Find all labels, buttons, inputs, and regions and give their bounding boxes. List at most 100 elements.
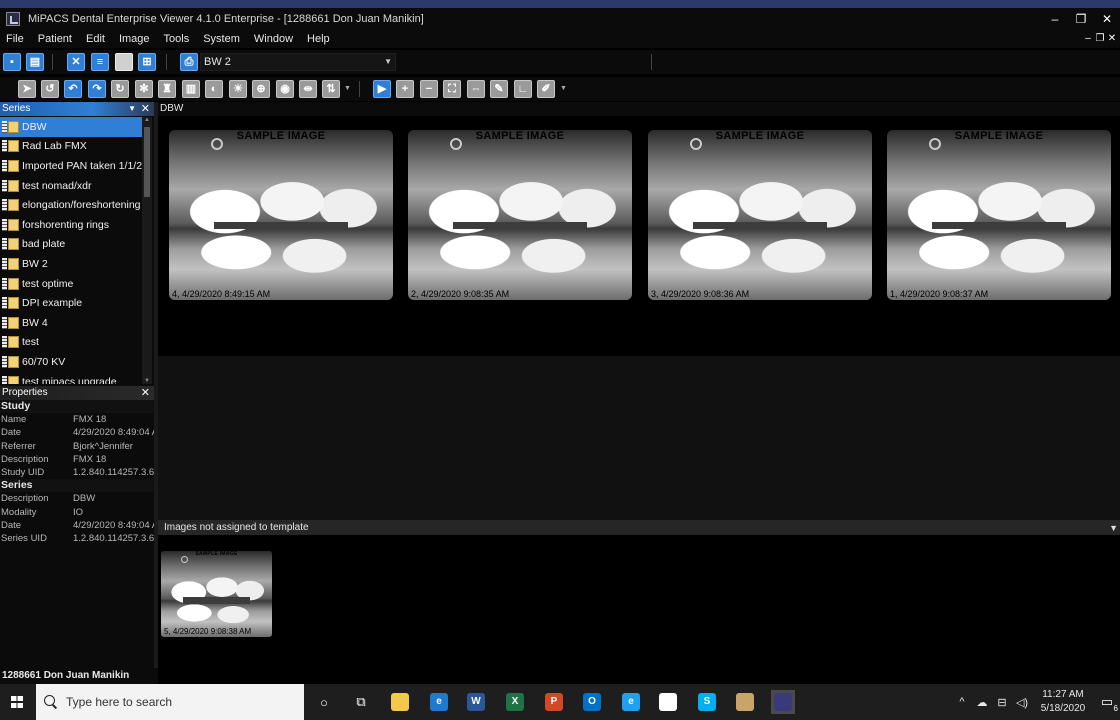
chevron-down-icon[interactable]: ▼	[560, 85, 567, 92]
cortana-icon[interactable]: ○	[312, 690, 336, 714]
series-item-dbw[interactable]: DBW	[0, 117, 142, 137]
series-item-forshorenting-rings[interactable]: forshorenting rings	[0, 215, 142, 235]
measure-icon[interactable]: ✎	[490, 80, 508, 98]
menu-patient[interactable]: Patient	[31, 33, 79, 45]
collapse-toggle-icon[interactable]: ▼	[1109, 521, 1118, 536]
unassigned-xray-image[interactable]: SAMPLE IMAGE 5, 4/29/2020 9:08:38 AM	[161, 551, 272, 637]
panel-menu-icon[interactable]: ▼	[128, 102, 136, 116]
series-item-test-optime[interactable]: test optime	[0, 274, 142, 294]
template-icon[interactable]: ⎙	[180, 53, 198, 71]
menu-system[interactable]: System	[196, 33, 247, 45]
series-item-rad-lab-fmx[interactable]: Rad Lab FMX	[0, 137, 142, 157]
xray-image[interactable]: SAMPLE IMAGE 3, 4/29/2020 9:08:36 AM	[648, 130, 872, 300]
select-tool-icon[interactable]: ▶	[373, 80, 391, 98]
menu-tools[interactable]: Tools	[157, 33, 197, 45]
xray-image[interactable]: SAMPLE IMAGE 2, 4/29/2020 9:08:35 AM	[408, 130, 632, 300]
skype-icon[interactable]: S	[695, 690, 719, 714]
excel-icon[interactable]: X	[503, 690, 527, 714]
menu-edit[interactable]: Edit	[79, 33, 112, 45]
series-item-test-mipacs-upgrade[interactable]: test mipacs upgrade	[0, 372, 142, 384]
menu-help[interactable]: Help	[300, 33, 337, 45]
file-explorer-icon[interactable]	[388, 690, 412, 714]
xray-image[interactable]: SAMPLE IMAGE 1, 4/29/2020 9:08:37 AM	[887, 130, 1111, 300]
series-item-test-nomad[interactable]: test nomad/xdr	[0, 176, 142, 196]
mipacs-icon-glyph	[774, 693, 792, 711]
outlook-icon[interactable]: O	[580, 690, 604, 714]
notification-icon[interactable]: ▭ 6	[1094, 694, 1120, 713]
zoom-out-icon[interactable]: −	[420, 80, 438, 98]
contrast-icon[interactable]: ◐	[205, 80, 223, 98]
notification-count: 6	[1113, 704, 1118, 713]
template-select[interactable]: BW 2 ▼	[200, 53, 396, 71]
toolbar-separator	[166, 54, 167, 70]
magnify-icon[interactable]: ⊕	[252, 80, 270, 98]
angle-icon[interactable]: ∟	[514, 80, 532, 98]
series-panel-close-icon[interactable]: ✕	[141, 102, 150, 116]
menu-image[interactable]: Image	[112, 33, 157, 45]
internet-explorer-icon[interactable]: e	[619, 690, 643, 714]
histogram-icon[interactable]: ▥	[182, 80, 200, 98]
series-item-bad-plate[interactable]: bad plate	[0, 235, 142, 255]
xray-image[interactable]: SAMPLE IMAGE 4, 4/29/2020 8:49:15 AM	[169, 130, 393, 300]
network-icon[interactable]: ⊟	[994, 696, 1010, 709]
zoom-in-icon[interactable]: +	[396, 80, 414, 98]
dental-app-icon[interactable]	[733, 690, 757, 714]
layout-grid-icon[interactable]: ⊞	[138, 53, 156, 71]
flip-vertical-icon[interactable]: ⇅	[322, 80, 340, 98]
series-item-60-70-kv[interactable]: 60/70 KV	[0, 352, 142, 372]
minimize-button[interactable]: –	[1042, 8, 1068, 30]
restore-button[interactable]: ❐	[1068, 8, 1094, 30]
start-button[interactable]	[0, 684, 34, 720]
scroll-up-icon[interactable]: ▲	[142, 117, 152, 123]
menu-file[interactable]: File	[0, 33, 31, 45]
flip-horizontal-icon[interactable]: ⇹	[299, 80, 317, 98]
series-item-bw-2[interactable]: BW 2	[0, 254, 142, 274]
notepad-icon[interactable]	[656, 690, 680, 714]
properties-panel-close-icon[interactable]: ✕	[141, 386, 150, 400]
redo-icon[interactable]: ↷	[88, 80, 106, 98]
undo-icon[interactable]: ↶	[64, 80, 82, 98]
menu-window[interactable]: Window	[247, 33, 300, 45]
doc-close-button[interactable]: ✕	[1106, 30, 1118, 48]
taskbar-search[interactable]: Type here to search	[36, 684, 304, 720]
rotate-left-icon[interactable]: ↺	[41, 80, 59, 98]
layout-list-icon[interactable]: ≡	[91, 53, 109, 71]
doc-minimize-button[interactable]: –	[1082, 30, 1094, 48]
volume-icon[interactable]: ◁)	[1014, 696, 1030, 709]
chevron-down-icon[interactable]: ▼	[344, 85, 351, 92]
word-icon[interactable]: W	[464, 690, 488, 714]
close-button[interactable]: ✕	[1094, 8, 1120, 30]
pointer-icon[interactable]: ➤	[18, 80, 36, 98]
mipacs-icon[interactable]	[771, 690, 795, 714]
annotate-icon[interactable]: ✐	[537, 80, 555, 98]
series-scrollbar[interactable]: ▲ ▼	[142, 117, 152, 384]
refresh-icon[interactable]: ↻	[111, 80, 129, 98]
onedrive-icon[interactable]: ☁	[974, 696, 990, 709]
task-view-icon[interactable]: ⧉	[349, 690, 373, 714]
menu-bar: File Patient Edit Image Tools System Win…	[0, 30, 1120, 48]
fit-to-window-icon[interactable]: ⛶	[443, 80, 461, 98]
settings-icon[interactable]: ✻	[135, 80, 153, 98]
series-item-test[interactable]: test	[0, 333, 142, 353]
series-item-bw-4[interactable]: BW 4	[0, 313, 142, 333]
layout-single-icon[interactable]	[115, 53, 133, 71]
doc-restore-button[interactable]: ❐	[1094, 30, 1106, 48]
clock[interactable]: 11:27 AM 5/18/2020	[1032, 688, 1094, 716]
brightness-icon[interactable]: ☀	[229, 80, 247, 98]
print-icon[interactable]: ▤	[26, 53, 44, 71]
series-item-dpi-example[interactable]: DPI example	[0, 293, 142, 313]
powerpoint-icon[interactable]: P	[542, 690, 566, 714]
edge-icon[interactable]: e	[427, 690, 451, 714]
actual-size-icon[interactable]: ⇔	[467, 80, 485, 98]
delete-icon[interactable]: ✕	[67, 53, 85, 71]
palette-icon[interactable]: ◉	[276, 80, 294, 98]
tray-chevron-icon[interactable]: ^	[954, 696, 970, 708]
toolbar-separator	[359, 81, 360, 97]
scrollbar-thumb[interactable]	[144, 127, 150, 197]
unassigned-images-bar[interactable]: Images not assigned to template ▼	[158, 520, 1120, 535]
save-icon[interactable]: ▪	[3, 53, 21, 71]
tooth-icon[interactable]: ♜	[158, 80, 176, 98]
scroll-down-icon[interactable]: ▼	[142, 378, 152, 384]
series-item-elongation[interactable]: elongation/foreshortening BW	[0, 195, 142, 215]
series-item-imported-pan[interactable]: Imported PAN taken 1/1/2020	[0, 156, 142, 176]
